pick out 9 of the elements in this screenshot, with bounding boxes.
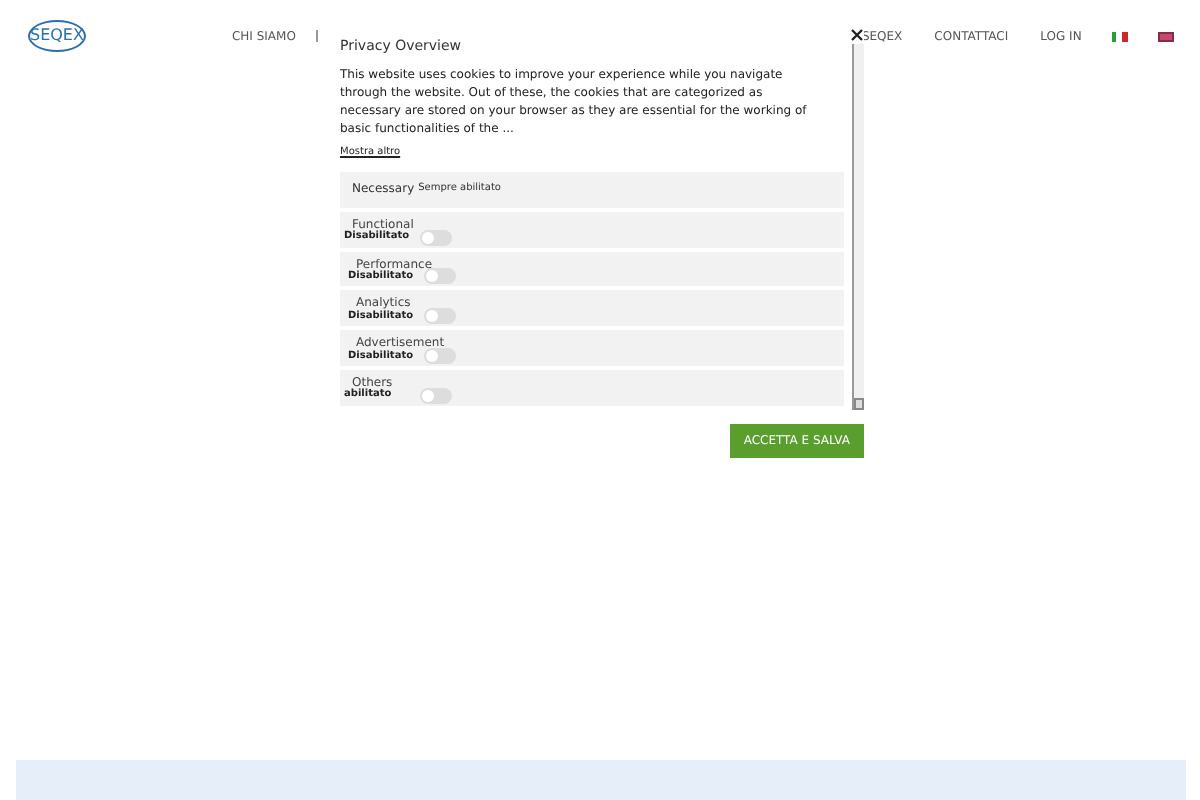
scrollbar[interactable] bbox=[852, 44, 864, 410]
close-icon[interactable] bbox=[850, 28, 864, 42]
italian-flag-icon[interactable] bbox=[1111, 31, 1128, 41]
toggle-switch[interactable] bbox=[420, 229, 452, 246]
toggle-switch[interactable] bbox=[424, 308, 456, 325]
toggle-switch[interactable] bbox=[424, 348, 456, 365]
toggle-switch[interactable] bbox=[420, 387, 452, 404]
logo[interactable]: SEQEX bbox=[28, 20, 86, 52]
toggle-switch[interactable] bbox=[424, 268, 456, 285]
